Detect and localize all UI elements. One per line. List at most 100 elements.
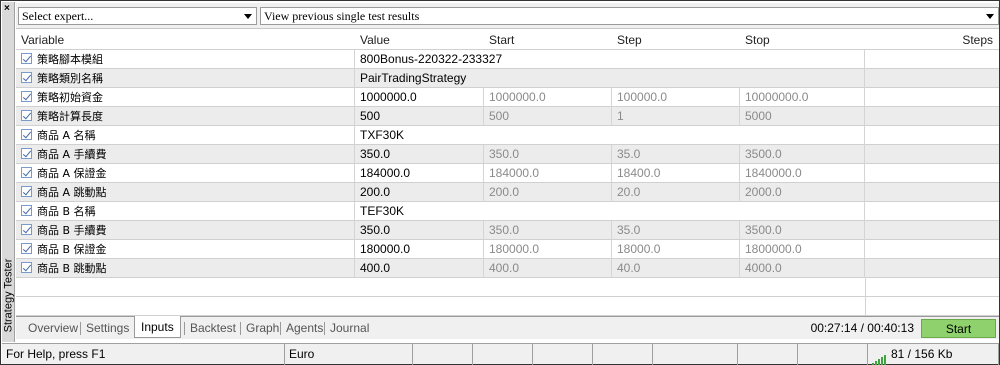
- steps-cell: [865, 202, 999, 221]
- start-cell[interactable]: 350.0: [484, 221, 612, 240]
- tab-graph[interactable]: Graph: [246, 319, 279, 338]
- stop-cell[interactable]: 1800000.0: [740, 240, 865, 259]
- table-row[interactable]: 商品 B 跳動點 400.0 400.0 40.0 4000.0: [16, 259, 999, 278]
- checkbox[interactable]: [21, 91, 32, 102]
- checkbox[interactable]: [21, 72, 32, 83]
- table-row[interactable]: 商品 A 名稱 TXF30K: [16, 126, 999, 145]
- start-cell[interactable]: 180000.0: [484, 240, 612, 259]
- test-timer: 00:27:14 / 00:40:13: [810, 321, 914, 335]
- steps-cell: [865, 88, 999, 107]
- value-cell[interactable]: 500: [355, 107, 484, 126]
- header-stop[interactable]: Stop: [740, 31, 865, 50]
- tab-journal[interactable]: Journal: [330, 319, 369, 338]
- table-row[interactable]: 商品 B 名稱 TEF30K: [16, 202, 999, 221]
- checkbox[interactable]: [21, 110, 32, 121]
- checkbox[interactable]: [21, 262, 32, 273]
- step-cell[interactable]: 18400.0: [612, 164, 740, 183]
- tab-agents[interactable]: Agents: [286, 319, 323, 338]
- checkbox[interactable]: [21, 243, 32, 254]
- tab-settings[interactable]: Settings: [86, 319, 129, 338]
- header-start[interactable]: Start: [484, 31, 612, 50]
- variable-name: 策略初始資金: [37, 91, 103, 104]
- header-step[interactable]: Step: [612, 31, 740, 50]
- table-row[interactable]: 策略計算長度 500 500 1 5000: [16, 107, 999, 126]
- steps-cell: [865, 69, 999, 88]
- step-cell[interactable]: 1: [612, 107, 740, 126]
- value-cell[interactable]: 1000000.0: [355, 88, 484, 107]
- checkbox[interactable]: [21, 53, 32, 64]
- status-segment: [473, 344, 533, 365]
- start-cell[interactable]: 350.0: [484, 145, 612, 164]
- steps-cell: [865, 107, 999, 126]
- steps-cell: [865, 126, 999, 145]
- value-cell[interactable]: 350.0: [355, 145, 484, 164]
- status-segment: [533, 344, 593, 365]
- step-cell[interactable]: 35.0: [612, 221, 740, 240]
- value-cell[interactable]: 800Bonus-220322-233327: [355, 50, 865, 69]
- results-select[interactable]: View previous single test results: [260, 7, 999, 25]
- step-cell[interactable]: 35.0: [612, 145, 740, 164]
- table-row[interactable]: 商品 A 手續費 350.0 350.0 35.0 3500.0: [16, 145, 999, 164]
- checkbox[interactable]: [21, 224, 32, 235]
- expert-select-label: Select expert...: [22, 9, 94, 23]
- signal-bars-icon: [872, 345, 887, 365]
- value-cell[interactable]: TXF30K: [355, 126, 865, 145]
- value-cell[interactable]: 400.0: [355, 259, 484, 278]
- steps-cell: [865, 221, 999, 240]
- table-row[interactable]: 商品 B 手續費 350.0 350.0 35.0 3500.0: [16, 221, 999, 240]
- tab-separator: [240, 322, 241, 335]
- step-cell[interactable]: 40.0: [612, 259, 740, 278]
- start-cell[interactable]: 1000000.0: [484, 88, 612, 107]
- checkbox[interactable]: [21, 205, 32, 216]
- header-variable[interactable]: Variable: [16, 31, 355, 50]
- value-cell[interactable]: 184000.0: [355, 164, 484, 183]
- steps-cell: [865, 164, 999, 183]
- stop-cell[interactable]: 5000: [740, 107, 865, 126]
- close-icon[interactable]: ×: [4, 4, 10, 14]
- steps-cell: [865, 259, 999, 278]
- step-cell[interactable]: 100000.0: [612, 88, 740, 107]
- status-help: For Help, press F1: [2, 344, 285, 365]
- stop-cell[interactable]: 1840000.0: [740, 164, 865, 183]
- checkbox[interactable]: [21, 167, 32, 178]
- start-cell[interactable]: 200.0: [484, 183, 612, 202]
- start-cell[interactable]: 500: [484, 107, 612, 126]
- stop-cell[interactable]: 3500.0: [740, 145, 865, 164]
- value-cell[interactable]: 350.0: [355, 221, 484, 240]
- start-cell[interactable]: 400.0: [484, 259, 612, 278]
- stop-cell[interactable]: 3500.0: [740, 221, 865, 240]
- table-row[interactable]: 商品 B 保證金 180000.0 180000.0 18000.0 1800000.0: [16, 240, 999, 259]
- steps-cell: [865, 50, 999, 69]
- value-cell[interactable]: 180000.0: [355, 240, 484, 259]
- chevron-down-icon: [986, 14, 994, 19]
- table-row[interactable]: 商品 A 保證金 184000.0 184000.0 18400.0 1840000.0: [16, 164, 999, 183]
- checkbox[interactable]: [21, 129, 32, 140]
- start-button[interactable]: Start: [921, 319, 996, 338]
- stop-cell[interactable]: 10000000.0: [740, 88, 865, 107]
- value-cell[interactable]: 200.0: [355, 183, 484, 202]
- table-row[interactable]: 策略類別名稱 PairTradingStrategy: [16, 69, 999, 88]
- table-row[interactable]: 商品 A 跳動點 200.0 200.0 20.0 2000.0: [16, 183, 999, 202]
- table-header: Variable Value Start Step Stop Steps: [16, 31, 999, 50]
- value-cell[interactable]: PairTradingStrategy: [355, 69, 865, 88]
- expert-select[interactable]: Select expert...: [18, 7, 257, 25]
- value-cell[interactable]: TEF30K: [355, 202, 865, 221]
- steps-cell: [865, 240, 999, 259]
- start-cell[interactable]: 184000.0: [484, 164, 612, 183]
- tab-backtest[interactable]: Backtest: [190, 319, 236, 338]
- checkbox[interactable]: [21, 186, 32, 197]
- header-value[interactable]: Value: [355, 31, 484, 50]
- tab-separator: [80, 322, 81, 335]
- variable-name: 商品 A 名稱: [37, 129, 96, 142]
- table-row[interactable]: 策略初始資金 1000000.0 1000000.0 100000.0 10000000…: [16, 88, 999, 107]
- stop-cell[interactable]: 4000.0: [740, 259, 865, 278]
- tab-overview[interactable]: Overview: [28, 319, 78, 338]
- table-row[interactable]: 策略腳本模組 800Bonus-220322-233327: [16, 50, 999, 69]
- step-cell[interactable]: 18000.0: [612, 240, 740, 259]
- stop-cell[interactable]: 2000.0: [740, 183, 865, 202]
- header-steps[interactable]: Steps: [865, 31, 999, 50]
- step-cell[interactable]: 20.0: [612, 183, 740, 202]
- variable-name: 策略計算長度: [37, 110, 103, 123]
- checkbox[interactable]: [21, 148, 32, 159]
- tab-inputs[interactable]: Inputs: [134, 316, 181, 338]
